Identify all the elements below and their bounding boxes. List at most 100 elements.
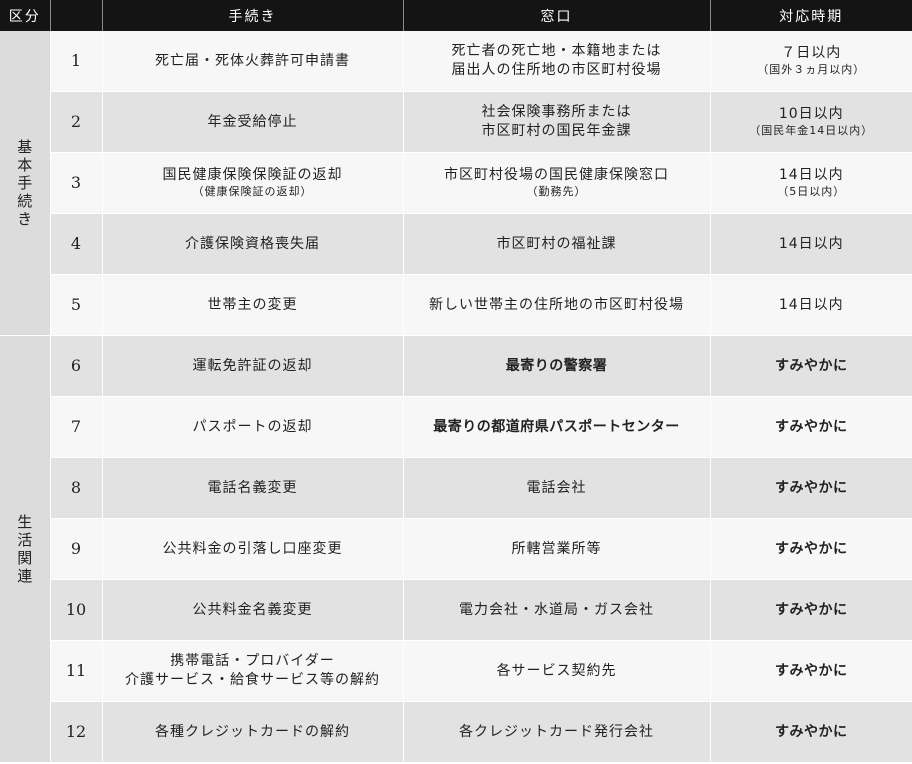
timing-cell: すみやかに (709, 396, 912, 458)
procedure-cell: 公共料金名義変更 (101, 579, 403, 641)
timing-cell: 14日以内 （5日以内） (709, 152, 912, 214)
table-header-row: 区分 手続き 窓口 対応時期 (0, 0, 912, 31)
timing-cell: すみやかに (709, 701, 912, 763)
row-number: 1 (49, 31, 102, 92)
timing-label: すみやかに (775, 540, 848, 557)
timing-cell: ７日以内 （国外３ヵ月以内） (709, 31, 912, 92)
table-row: 3 国民健康保険保険証の返却 （健康保険証の返却） 市区町村役場の国民健康保険窓… (0, 152, 912, 214)
office-label: 各サービス契約先 (496, 662, 617, 679)
procedure-label: 公共料金名義変更 (192, 601, 313, 618)
timing-cell: 14日以内 (709, 274, 912, 336)
procedure-cell: 死亡届・死体火葬許可申請書 (101, 31, 403, 92)
timing-label: すみやかに (775, 662, 848, 679)
category-basic: 基本手続き (0, 31, 50, 336)
procedure-cell: 各種クレジットカードの解約 (101, 701, 403, 763)
office-label: 最寄りの警察署 (505, 357, 608, 374)
procedure-cell: 運転免許証の返却 (101, 335, 403, 397)
procedure-label: 各種クレジットカードの解約 (155, 723, 350, 740)
office-cell: 市区町村の福祉課 (402, 213, 710, 275)
procedure-label: 運転免許証の返却 (192, 357, 313, 374)
office-note: （勤務先） (526, 185, 587, 199)
procedure-label: 世帯主の変更 (207, 296, 298, 313)
timing-cell: すみやかに (709, 457, 912, 519)
procedures-table: 区分 手続き 窓口 対応時期 基本手続き 1 死亡届・死体火葬許可申請書 死亡者… (0, 0, 912, 763)
timing-label: すみやかに (775, 601, 848, 618)
timing-label: すみやかに (775, 479, 848, 496)
office-label: 社会保険事務所または (481, 104, 632, 121)
office-cell: 各サービス契約先 (402, 640, 710, 702)
office-label: 最寄りの都道府県パスポートセンター (433, 418, 680, 435)
office-label-line2: 市区町村の国民年金課 (481, 123, 632, 139)
procedure-cell: 年金受給停止 (101, 91, 403, 153)
office-label: 新しい世帯主の住所地の市区町村役場 (429, 296, 684, 313)
timing-label: すみやかに (775, 357, 848, 374)
row-number: 12 (49, 701, 102, 763)
office-cell: 最寄りの都道府県パスポートセンター (402, 396, 710, 458)
procedure-cell: 国民健康保険保険証の返却 （健康保険証の返却） (101, 152, 403, 214)
row-number: 10 (49, 579, 102, 641)
timing-note: （国民年金14日以内） (749, 124, 874, 138)
office-label-line2: 届出人の住所地の市区町村役場 (451, 62, 662, 78)
timing-cell: 10日以内 （国民年金14日以内） (709, 91, 912, 153)
category-life: 生活関連 (0, 335, 50, 763)
table-row: 5 世帯主の変更 新しい世帯主の住所地の市区町村役場 14日以内 (0, 274, 912, 336)
row-number: 3 (49, 152, 102, 214)
row-number: 6 (49, 335, 102, 397)
procedure-cell: 介護保険資格喪失届 (101, 213, 403, 275)
row-number: 4 (49, 213, 102, 275)
procedure-cell: 電話名義変更 (101, 457, 403, 519)
procedure-label: 公共料金の引落し口座変更 (162, 540, 343, 557)
row-number: 7 (49, 396, 102, 458)
timing-label: すみやかに (775, 723, 848, 740)
timing-label: ７日以内 (781, 45, 842, 62)
procedure-label: 介護保険資格喪失届 (185, 235, 320, 252)
row-number: 2 (49, 91, 102, 153)
procedure-cell: 携帯電話・プロバイダー 介護サービス・給食サービス等の解約 (101, 640, 403, 702)
timing-cell: すみやかに (709, 640, 912, 702)
office-label: 死亡者の死亡地・本籍地または (451, 43, 662, 60)
office-cell: 各クレジットカード発行会社 (402, 701, 710, 763)
header-office: 窓口 (402, 0, 710, 31)
table-row: 12 各種クレジットカードの解約 各クレジットカード発行会社 すみやかに (0, 701, 912, 763)
table-row: 7 パスポートの返却 最寄りの都道府県パスポートセンター すみやかに (0, 396, 912, 458)
timing-label: 10日以内 (778, 106, 844, 123)
table-row: 9 公共料金の引落し口座変更 所轄営業所等 すみやかに (0, 518, 912, 580)
office-label: 市区町村役場の国民健康保険窓口 (444, 167, 669, 184)
office-label: 市区町村の福祉課 (496, 235, 617, 252)
timing-label: 14日以内 (778, 235, 844, 252)
office-cell: 死亡者の死亡地・本籍地または 届出人の住所地の市区町村役場 (402, 31, 710, 92)
procedure-label: 年金受給停止 (207, 113, 298, 130)
header-category: 区分 (0, 0, 50, 31)
procedure-label: 携帯電話・プロバイダー (170, 653, 335, 670)
office-label: 電話会社 (526, 479, 587, 496)
timing-cell: すみやかに (709, 518, 912, 580)
timing-cell: 14日以内 (709, 213, 912, 275)
timing-label: 14日以内 (778, 167, 844, 184)
office-cell: 市区町村役場の国民健康保険窓口 （勤務先） (402, 152, 710, 214)
office-cell: 新しい世帯主の住所地の市区町村役場 (402, 274, 710, 336)
office-label: 電力会社・水道局・ガス会社 (459, 601, 654, 618)
table-row: 10 公共料金名義変更 電力会社・水道局・ガス会社 すみやかに (0, 579, 912, 641)
procedure-label: 国民健康保険保険証の返却 (162, 167, 343, 184)
row-number: 9 (49, 518, 102, 580)
table-row: 生活関連 6 運転免許証の返却 最寄りの警察署 すみやかに (0, 335, 912, 763)
table-row: 基本手続き 1 死亡届・死体火葬許可申請書 死亡者の死亡地・本籍地または 届出人… (0, 31, 912, 336)
office-cell: 電話会社 (402, 457, 710, 519)
header-procedure: 手続き (101, 0, 403, 31)
timing-label: 14日以内 (778, 296, 844, 313)
header-number (49, 0, 102, 31)
table-row: 8 電話名義変更 電話会社 すみやかに (0, 457, 912, 519)
procedure-label-line2: 介護サービス・給食サービス等の解約 (125, 672, 380, 688)
procedure-label: パスポートの返却 (192, 418, 313, 435)
header-timing: 対応時期 (709, 0, 912, 31)
office-cell: 最寄りの警察署 (402, 335, 710, 397)
procedure-label: 死亡届・死体火葬許可申請書 (155, 52, 350, 69)
procedure-note: （健康保険証の返却） (192, 185, 313, 199)
office-cell: 社会保険事務所または 市区町村の国民年金課 (402, 91, 710, 153)
row-number: 11 (49, 640, 102, 702)
timing-label: すみやかに (775, 418, 848, 435)
table-row: 4 介護保険資格喪失届 市区町村の福祉課 14日以内 (0, 213, 912, 275)
timing-cell: すみやかに (709, 579, 912, 641)
office-cell: 電力会社・水道局・ガス会社 (402, 579, 710, 641)
table-row: 11 携帯電話・プロバイダー 介護サービス・給食サービス等の解約 各サービス契約… (0, 640, 912, 702)
